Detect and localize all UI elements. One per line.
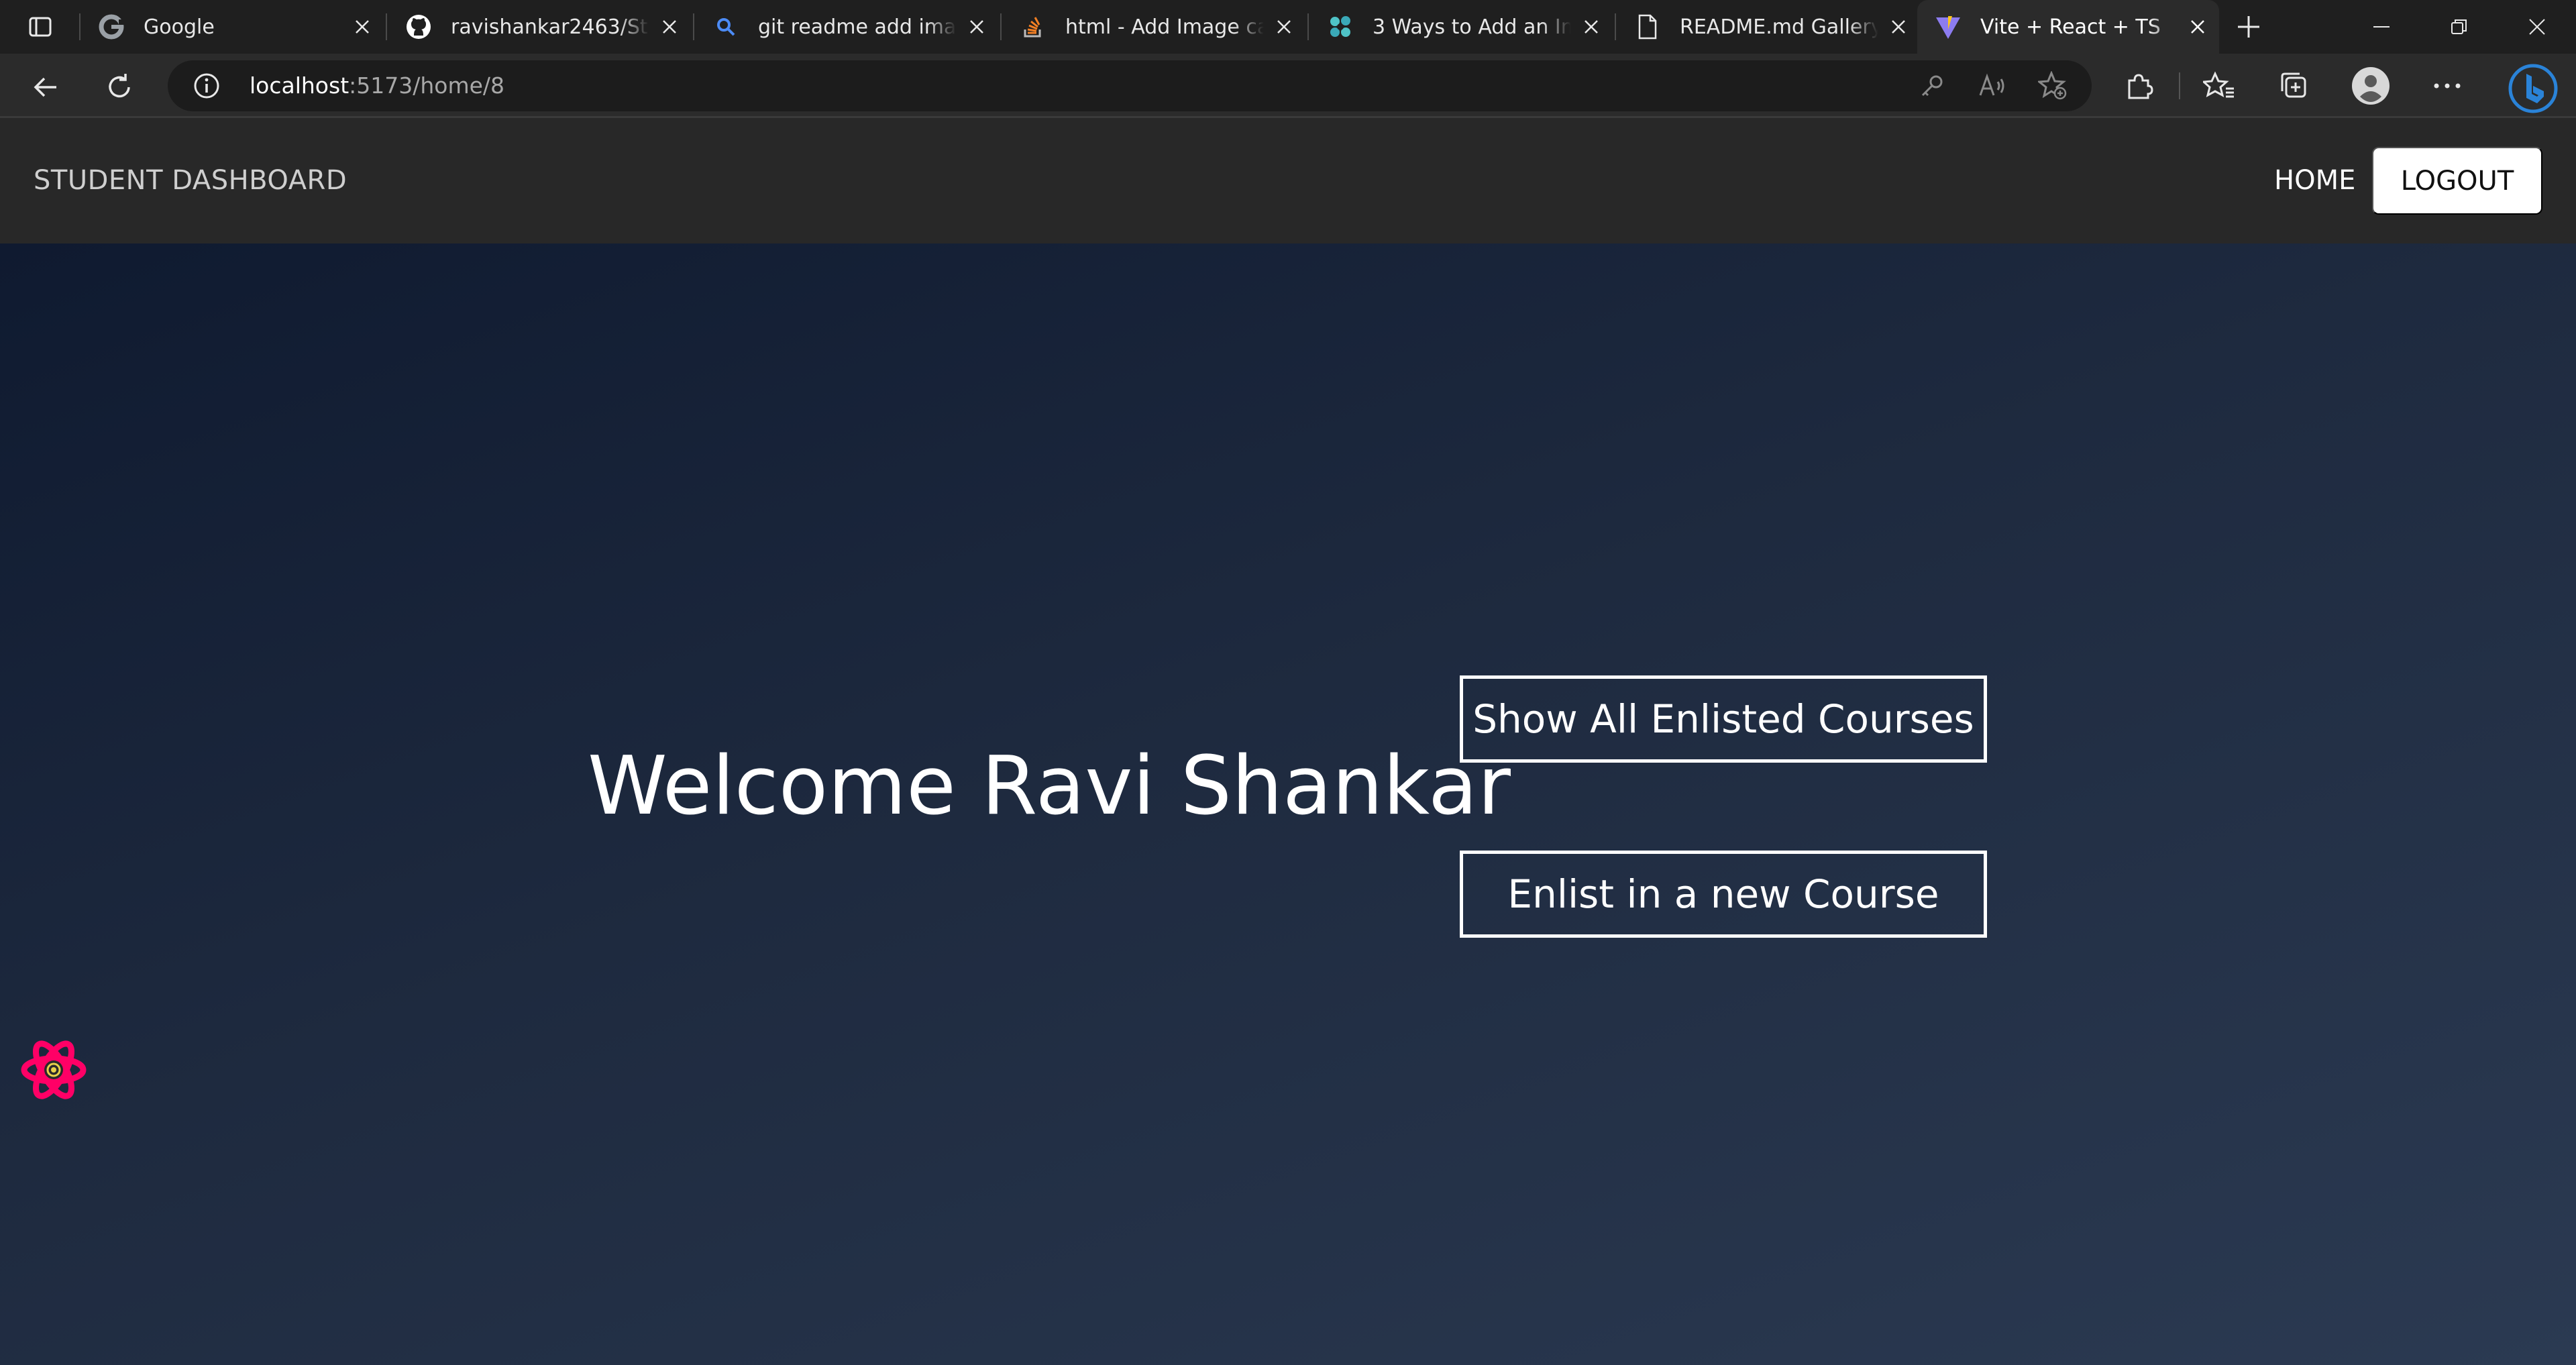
tab-title: Vite + React + TS bbox=[1980, 15, 2161, 39]
plus-icon bbox=[2238, 16, 2259, 38]
close-window-button[interactable] bbox=[2517, 8, 2557, 46]
favorites-button[interactable] bbox=[2200, 67, 2238, 105]
tab-separator bbox=[386, 13, 387, 40]
tab-hashnode[interactable]: 3 Ways to Add an Ima bbox=[1309, 0, 1613, 54]
url-text[interactable]: localhost:5173/home/8 bbox=[250, 60, 504, 111]
react-logo-icon[interactable] bbox=[20, 1036, 87, 1103]
file-icon bbox=[1634, 13, 1661, 40]
tab-title: Google bbox=[144, 15, 215, 39]
avatar-icon bbox=[2352, 67, 2390, 105]
enlist-new-course-button[interactable]: Enlist in a new Course bbox=[1460, 851, 1987, 938]
tab-title: 3 Ways to Add an Ima bbox=[1373, 15, 1571, 39]
toolbar-separator bbox=[2179, 72, 2180, 99]
tab-google[interactable]: Google bbox=[80, 0, 384, 54]
bing-icon bbox=[2508, 64, 2558, 113]
tab-stackoverflow[interactable]: html - Add Image card bbox=[1002, 0, 1305, 54]
close-tab-icon[interactable] bbox=[963, 13, 990, 40]
url-path: :5173/home/8 bbox=[349, 72, 505, 99]
hashnode-icon bbox=[1327, 13, 1354, 40]
close-tab-icon[interactable] bbox=[1885, 13, 1912, 40]
tab-readme[interactable]: README.md Gallery C bbox=[1617, 0, 1920, 54]
welcome-heading: Welcome Ravi Shankar bbox=[588, 740, 1511, 833]
tab-separator bbox=[1307, 13, 1309, 40]
vite-icon bbox=[1935, 13, 1962, 40]
tab-vite-active[interactable]: Vite + React + TS bbox=[1917, 0, 2219, 54]
tab-separator bbox=[1615, 13, 1616, 40]
back-arrow-icon bbox=[34, 77, 56, 97]
address-bar[interactable]: localhost:5173/home/8 bbox=[168, 60, 2092, 111]
browser-toolbar: localhost:5173/home/8 bbox=[0, 54, 2576, 118]
close-icon bbox=[2529, 19, 2545, 35]
site-info-icon[interactable] bbox=[192, 71, 221, 101]
stackoverflow-icon bbox=[1020, 13, 1046, 40]
app-navbar: STUDENT DASHBOARD HOME LOGOUT bbox=[0, 118, 2576, 243]
extensions-button[interactable] bbox=[2120, 67, 2157, 105]
new-tab-button[interactable] bbox=[2234, 12, 2263, 42]
search-icon bbox=[712, 13, 739, 40]
add-favorite-icon[interactable] bbox=[2038, 71, 2068, 101]
google-icon bbox=[98, 13, 125, 40]
app-brand[interactable]: STUDENT DASHBOARD bbox=[34, 118, 347, 243]
profile-button[interactable] bbox=[2352, 67, 2390, 105]
close-tab-icon[interactable] bbox=[656, 13, 683, 40]
show-enlisted-courses-button[interactable]: Show All Enlisted Courses bbox=[1460, 675, 1987, 763]
minimize-button[interactable] bbox=[2361, 8, 2402, 46]
logout-button[interactable]: LOGOUT bbox=[2372, 147, 2542, 215]
back-button[interactable] bbox=[27, 68, 64, 106]
minimize-icon bbox=[2373, 26, 2390, 28]
tab-title: git readme add image bbox=[758, 15, 957, 39]
collections-button[interactable] bbox=[2275, 67, 2313, 105]
home-link[interactable]: HOME bbox=[2274, 118, 2355, 243]
close-tab-icon[interactable] bbox=[349, 13, 376, 40]
collections-icon bbox=[2281, 72, 2306, 98]
tab-actions-menu-button[interactable] bbox=[25, 13, 55, 40]
settings-more-button[interactable] bbox=[2428, 67, 2466, 105]
close-tab-icon[interactable] bbox=[1271, 13, 1297, 40]
refresh-button[interactable] bbox=[101, 68, 138, 106]
close-tab-icon[interactable] bbox=[1578, 13, 1605, 40]
password-key-icon[interactable] bbox=[1917, 71, 1947, 101]
more-dots-icon bbox=[2434, 83, 2461, 89]
tab-title: html - Add Image card bbox=[1065, 15, 1264, 39]
puzzle-icon bbox=[2128, 74, 2153, 99]
tab-search[interactable]: git readme add image bbox=[695, 0, 998, 54]
read-aloud-icon[interactable] bbox=[1978, 71, 2007, 101]
tab-separator bbox=[693, 13, 694, 40]
restore-button[interactable] bbox=[2439, 8, 2479, 46]
tab-title: README.md Gallery C bbox=[1680, 15, 1878, 39]
hero-section: Welcome Ravi Shankar Show All Enlisted C… bbox=[0, 243, 2576, 1365]
url-host: localhost bbox=[250, 72, 350, 99]
tab-actions-icon bbox=[29, 17, 52, 37]
bing-copilot-button[interactable] bbox=[2506, 62, 2560, 115]
github-icon bbox=[405, 13, 432, 40]
close-tab-icon[interactable] bbox=[2184, 13, 2211, 40]
tab-separator bbox=[1000, 13, 1002, 40]
tab-title: ravishankar2463/Stude bbox=[451, 15, 649, 39]
refresh-icon bbox=[109, 74, 130, 98]
favorites-star-icon bbox=[2203, 71, 2234, 98]
browser-tab-strip: Google ravishankar2463/Stude git readme … bbox=[0, 0, 2576, 54]
tab-github[interactable]: ravishankar2463/Stude bbox=[388, 0, 691, 54]
restore-icon bbox=[2451, 19, 2467, 34]
